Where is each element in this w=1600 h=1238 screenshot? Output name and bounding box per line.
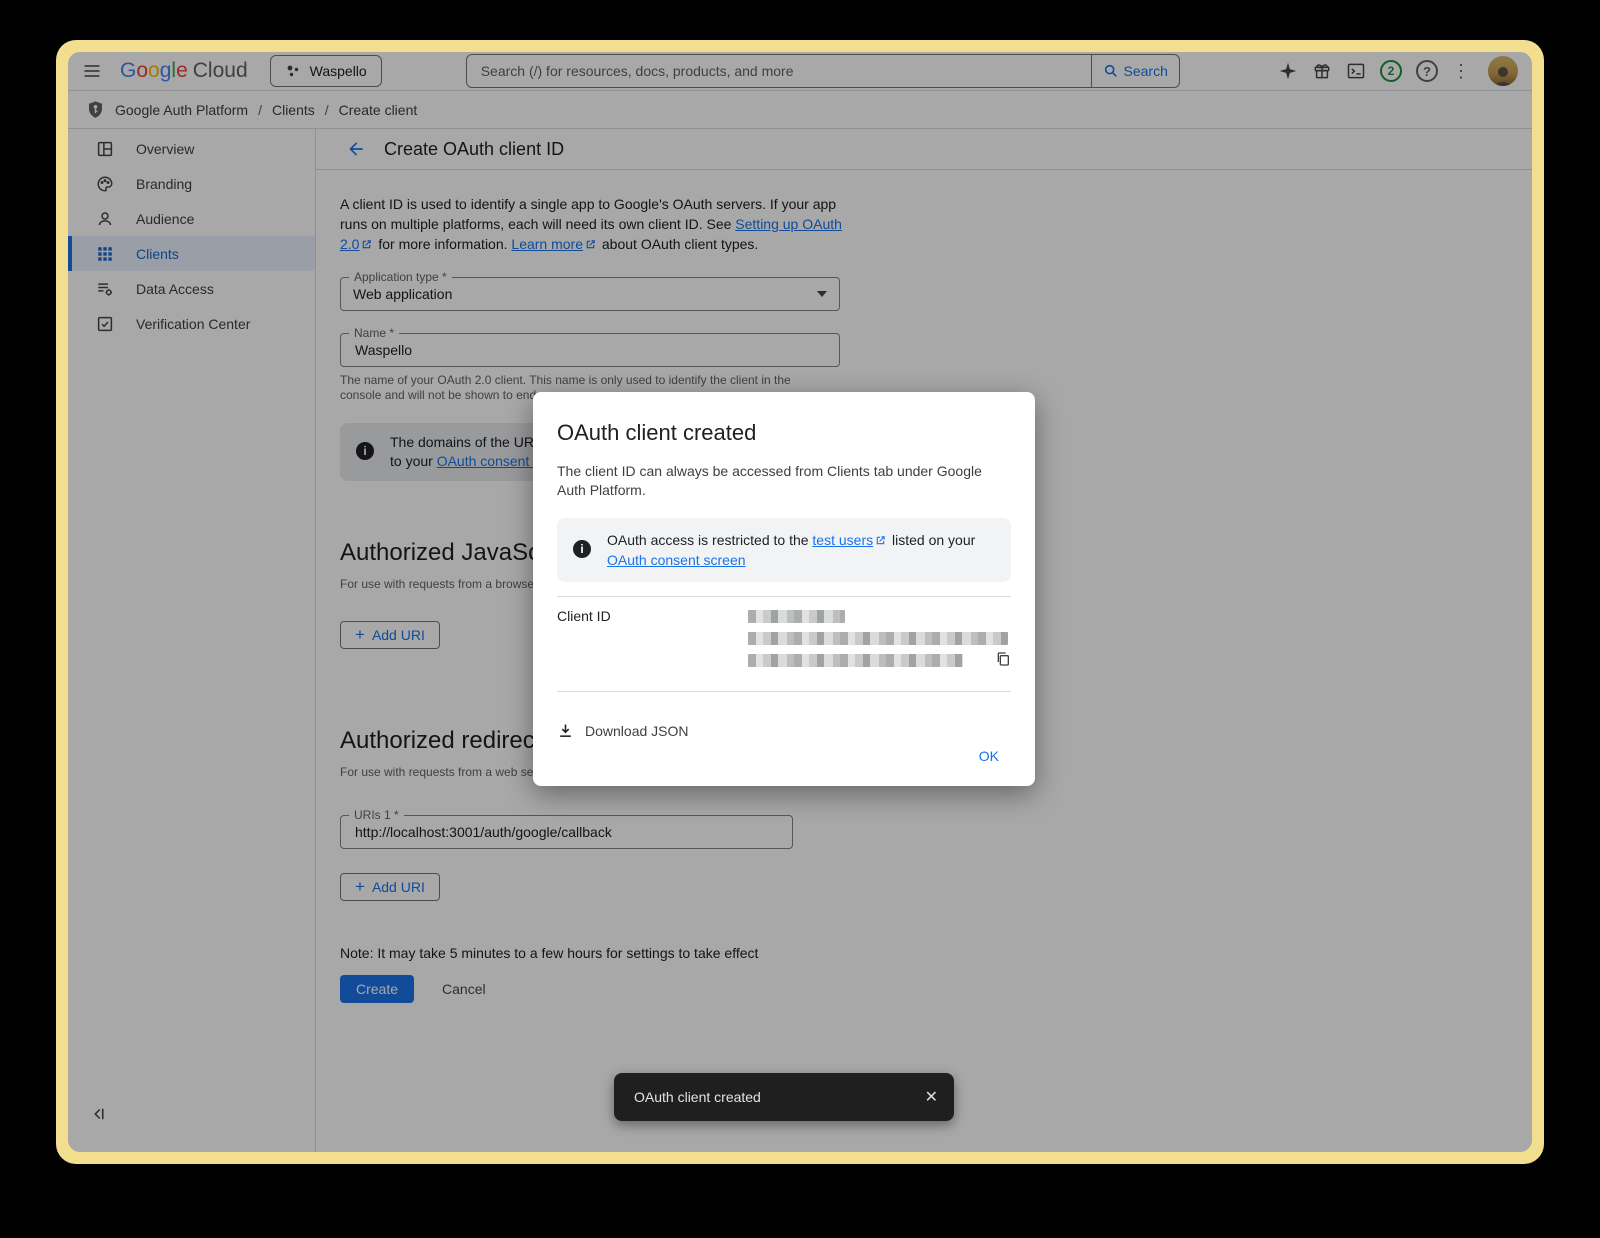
download-icon [557, 722, 574, 739]
divider [557, 691, 1011, 692]
download-json-label: Download JSON [585, 723, 689, 739]
dialog-title: OAuth client created [557, 420, 1011, 446]
oauth-client-created-dialog: OAuth client created The client ID can a… [533, 392, 1035, 786]
client-id-row: Client ID [557, 597, 1011, 677]
notice-text-part: listed on your [888, 532, 975, 548]
redacted-text-line [748, 632, 1008, 645]
restricted-access-notice: i OAuth access is restricted to the test… [557, 518, 1011, 582]
notice-text-part: OAuth access is restricted to the [607, 532, 812, 548]
download-json-button[interactable]: Download JSON [557, 722, 689, 739]
redacted-text-line [748, 654, 963, 667]
client-id-redacted-value [748, 608, 1011, 667]
toast-notification: OAuth client created ✕ [614, 1073, 954, 1121]
copy-icon[interactable] [995, 651, 1011, 667]
test-users-link[interactable]: test users [812, 532, 873, 548]
ok-button[interactable]: OK [971, 744, 1007, 768]
toast-message: OAuth client created [634, 1089, 761, 1105]
client-id-label: Client ID [557, 608, 748, 667]
oauth-consent-screen-link[interactable]: OAuth consent screen [607, 552, 746, 568]
external-link-icon [875, 535, 886, 546]
screenshot-frame: Google Cloud Waspello Search [56, 40, 1544, 1164]
notice-text: OAuth access is restricted to the test u… [607, 530, 995, 570]
redacted-text-line [748, 610, 845, 623]
dialog-body-text: The client ID can always be accessed fro… [557, 462, 1002, 500]
close-icon[interactable]: ✕ [919, 1081, 944, 1113]
info-icon: i [573, 540, 591, 558]
browser-window: Google Cloud Waspello Search [68, 52, 1532, 1152]
